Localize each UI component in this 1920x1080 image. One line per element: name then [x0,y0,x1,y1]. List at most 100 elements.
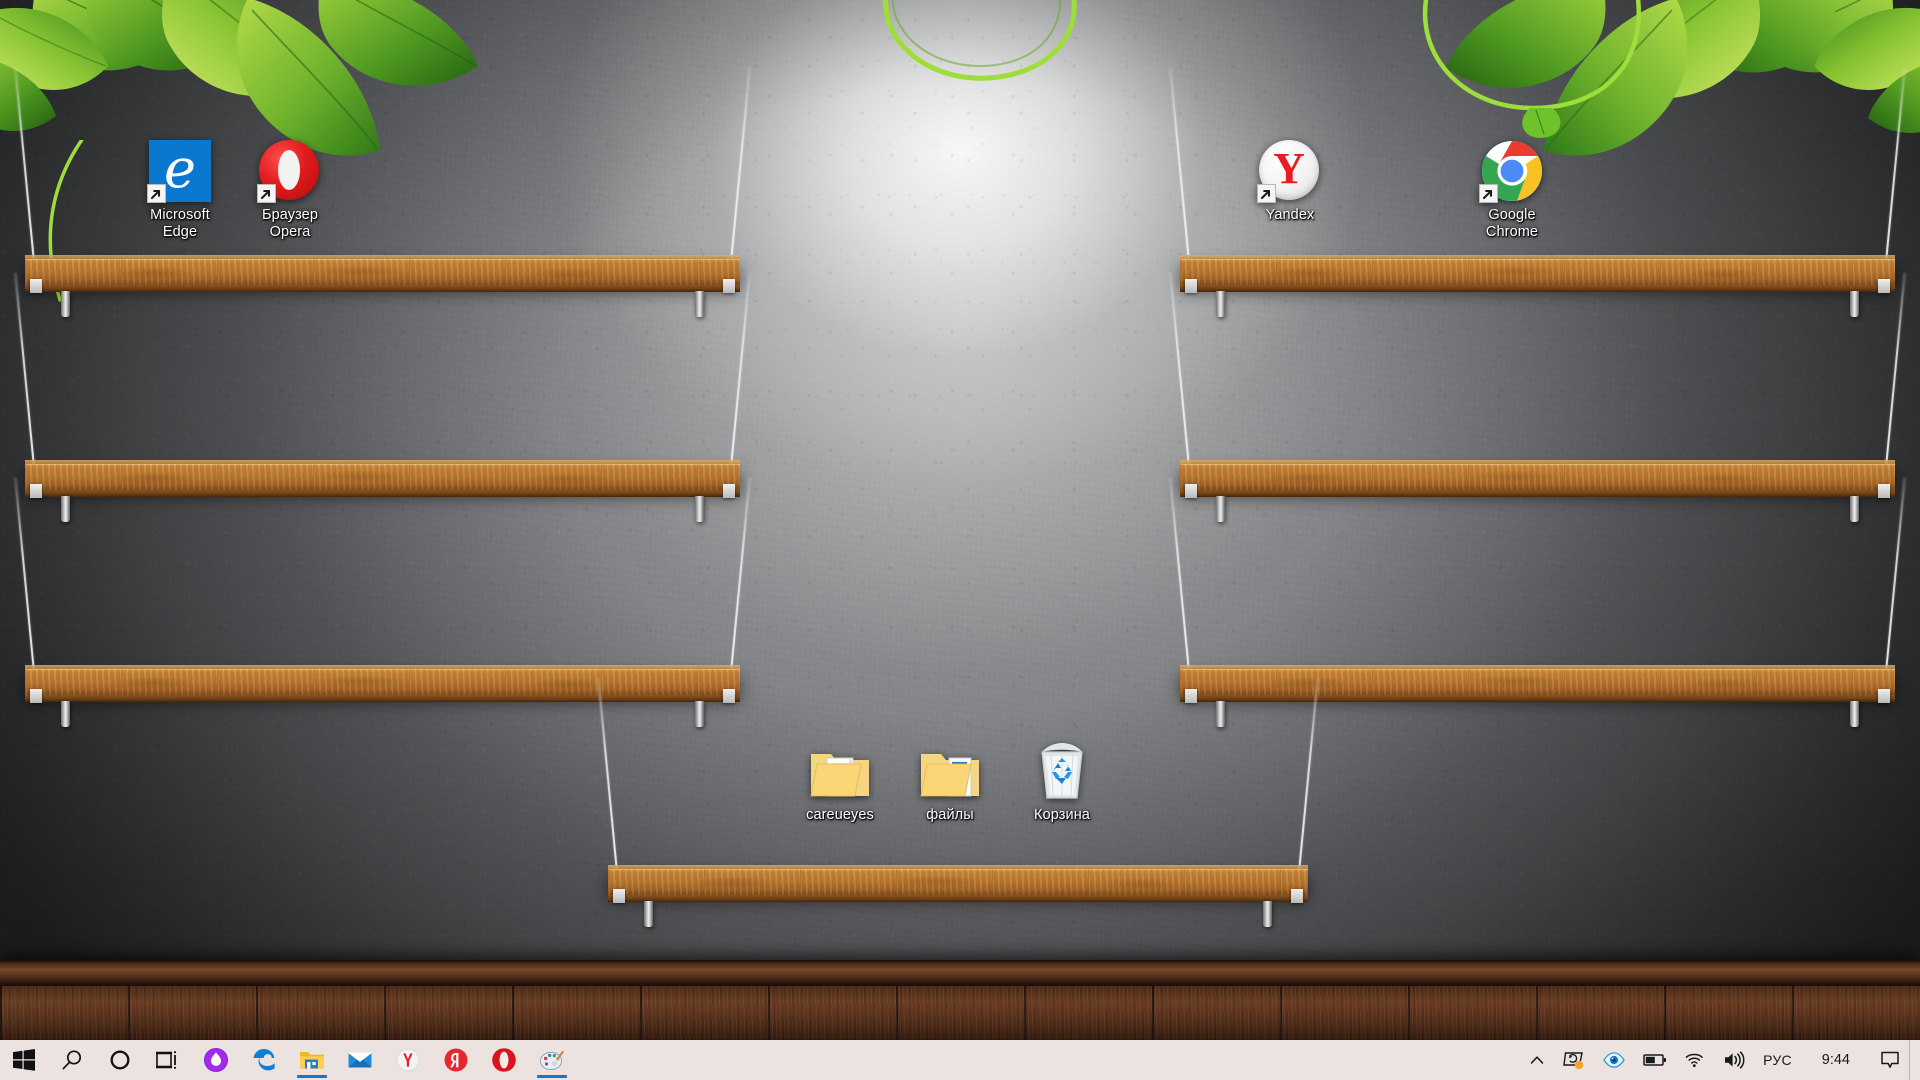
shelf-front-edge [25,490,740,497]
shelf-front-edge [1180,695,1895,702]
shelf-bracket [695,496,704,522]
shelf-anchor [1185,689,1197,703]
recycle-bin-icon [1031,740,1093,802]
desktop[interactable]: e MicrosoftEdge БраузерOpera Y Yandex [0,0,1920,1080]
language-label: РУС [1763,1052,1792,1068]
desktop-icon-files-folder[interactable]: файлы [898,740,1002,824]
start-button[interactable] [0,1040,48,1080]
taskbar-paint-button[interactable] [528,1040,576,1080]
shelf [1169,477,1906,735]
wifi-icon [1685,1053,1703,1067]
shelf-anchor [723,484,735,498]
search-icon [62,1050,82,1070]
shelf-anchor [1878,279,1890,293]
cortana-circle-icon [110,1050,130,1070]
shelf-board [25,669,740,695]
taskbar[interactable]: РУС 9:44 [0,1040,1920,1080]
shelf-anchor [1185,484,1197,498]
volume-button[interactable] [1714,1040,1754,1080]
shelf-board [1180,259,1895,285]
shelf [1169,272,1906,530]
shelf-anchor [723,689,735,703]
desktop-icon-label: Корзина [1034,807,1090,823]
shelf-bracket [1216,701,1225,727]
careueyes-tray-button[interactable] [1594,1040,1634,1080]
desktop-icon-recycle-bin[interactable]: Корзина [1010,740,1114,824]
taskbar-edge-button[interactable] [240,1040,288,1080]
opera-icon [257,140,321,203]
mail-icon [348,1052,372,1068]
alice-button[interactable] [192,1040,240,1080]
shelf-anchor [613,889,625,903]
shelf-anchor [1291,889,1303,903]
baseboard [0,960,1920,986]
taskbar-buttons[interactable] [0,1040,576,1080]
desktop-icon-google-chrome[interactable]: Google Chrome [1460,140,1564,241]
folder-icon [809,740,871,802]
desktop-icon-yandex-browser[interactable]: Y Yandex [1238,140,1342,224]
yandex-icon: Y [1257,140,1321,203]
show-hidden-icons-button[interactable] [1520,1040,1554,1080]
shelf-bracket [61,496,70,522]
shelf-board [25,464,740,490]
alice-icon [204,1048,228,1072]
paint-icon [539,1049,564,1071]
system-tray[interactable]: РУС 9:44 [1520,1040,1920,1080]
windows-logo-icon [13,1049,35,1071]
shelf-front-edge [1180,285,1895,292]
shelf [14,477,751,735]
shelf-front-edge [608,895,1308,902]
shelf-bracket [61,701,70,727]
floor-grain [0,986,1920,1040]
shelf-board [25,259,740,285]
shelf-board [1180,464,1895,490]
sync-status-button[interactable] [1554,1040,1594,1080]
desktop-icon-careueyes[interactable]: careueyes [788,740,892,824]
yandex-ya-icon [444,1048,468,1072]
task-view-button[interactable] [144,1040,192,1080]
eye-icon [1603,1052,1625,1068]
shelf [14,67,751,325]
desktop-icon-label: Google Chrome [1485,207,1539,240]
shelf [14,272,751,530]
shelf-front-edge [25,695,740,702]
shelf-bracket [695,291,704,317]
shelf-bracket [695,701,704,727]
taskbar-yandex-browser-button[interactable] [384,1040,432,1080]
shelf-bracket [1216,496,1225,522]
shelf-anchor [30,279,42,293]
desktop-icon-microsoft-edge[interactable]: e Microsoft Edge [128,140,232,241]
shortcut-overlay-icon [257,184,276,203]
edge-icon: e [147,140,211,203]
notifications-button[interactable] [1871,1040,1909,1080]
taskbar-opera-button[interactable] [480,1040,528,1080]
language-indicator[interactable]: РУС [1754,1040,1801,1080]
desktop-icon-opera-browser[interactable]: Браузер Opera [238,140,342,241]
network-button[interactable] [1676,1040,1714,1080]
taskbar-mail-button[interactable] [336,1040,384,1080]
battery-icon [1643,1054,1667,1066]
shortcut-overlay-icon [1479,184,1498,203]
shelf-front-edge [25,285,740,292]
show-desktop-button[interactable] [1909,1040,1918,1080]
clock-button[interactable]: 9:44 [1801,1040,1871,1080]
folder-icon [919,740,981,802]
shelf-board [1180,669,1895,695]
taskbar-file-explorer-button[interactable] [288,1040,336,1080]
cortana-button[interactable] [96,1040,144,1080]
sync-icon [1563,1052,1584,1070]
shelf-bracket [644,901,653,927]
desktop-icon-label: Yandex [1265,207,1315,223]
search-button[interactable] [48,1040,96,1080]
yandex-icon [396,1048,420,1072]
shelf-board [608,869,1308,895]
notification-icon [1881,1051,1899,1068]
shelf-bracket [1850,701,1859,727]
taskbar-yandex-app-button[interactable] [432,1040,480,1080]
shelf-anchor [723,279,735,293]
wooden-floor [0,986,1920,1040]
shelf-anchor [1185,279,1197,293]
shelf-bracket [1850,291,1859,317]
battery-button[interactable] [1634,1040,1676,1080]
shelf-bracket [1850,496,1859,522]
